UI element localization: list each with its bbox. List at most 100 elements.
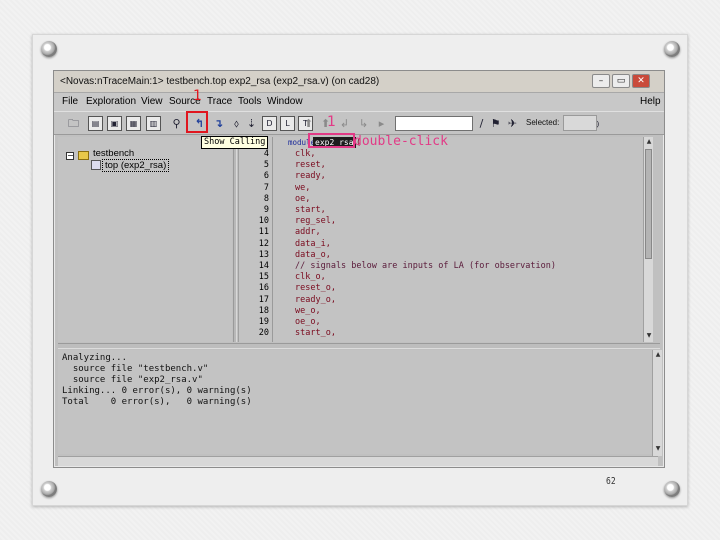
menu-file[interactable]: File [62, 96, 78, 107]
scroll-up-icon[interactable]: ▲ [645, 138, 653, 146]
line-number: 14 [258, 261, 269, 271]
corner-pin-icon [41, 41, 57, 57]
line-number: 18 [258, 305, 269, 316]
line-number: 11 [258, 227, 269, 238]
module-name-highlight [308, 133, 355, 148]
selected-label: Selected: [526, 118, 560, 127]
new-waveform-icon[interactable]: ▥ [146, 116, 161, 131]
load-box-icon[interactable]: L [280, 116, 295, 131]
new-source-icon[interactable]: ▣ [107, 116, 122, 131]
double-click-annotation: double-click [354, 134, 448, 149]
corner-pin-icon [664, 41, 680, 57]
line-number: 10 [258, 216, 269, 227]
trace-driver-icon[interactable]: ⚲ [169, 116, 184, 131]
code-line[interactable]: reset_o, [295, 283, 336, 293]
message-pane[interactable]: Analyzing... source file "testbench.v" s… [58, 350, 652, 454]
page-number: 62 [606, 476, 616, 487]
code-line[interactable]: ready_o, [295, 295, 336, 305]
step-icon[interactable]: ↳ [356, 116, 371, 131]
code-line[interactable]: data_o, [295, 250, 331, 260]
maximize-button[interactable]: ▭ [612, 74, 630, 88]
cursor-icon[interactable]: ▸ [374, 116, 389, 131]
down-arrow-icon[interactable]: ⇣ [244, 116, 259, 131]
code-line[interactable]: oe, [295, 194, 310, 204]
code-line[interactable]: start_o, [295, 328, 336, 338]
module-icon [91, 160, 101, 170]
line-number: 20 [258, 328, 269, 339]
code-line[interactable]: clk, [295, 149, 315, 159]
source-vscrollbar[interactable]: ▲ ▼ [643, 137, 653, 342]
line-number: 13 [258, 249, 269, 260]
line-number: 6 [263, 171, 269, 182]
line-number: 5 [263, 160, 269, 171]
driver-icon[interactable]: D [262, 116, 277, 131]
menu-view[interactable]: View [141, 96, 163, 107]
code-line[interactable]: ready, [295, 171, 326, 181]
horizontal-splitter[interactable] [58, 343, 660, 349]
collapse-icon[interactable]: − [66, 152, 74, 160]
close-button[interactable]: ✕ [632, 74, 650, 88]
tree-item-top[interactable]: top (exp2_rsa) [102, 159, 170, 172]
scroll-up-icon[interactable]: ▲ [654, 351, 662, 359]
code-line[interactable]: oe_o, [295, 317, 321, 327]
source-code-pane[interactable]: module exp2_rsa ( 4 clk, 5 reset, 6 ready, 7 we… [238, 137, 653, 342]
selected-field [563, 115, 597, 131]
step-number-annotation-2: 1 [327, 114, 336, 130]
new-schematic-icon[interactable]: ▦ [126, 116, 141, 131]
line-number: 9 [263, 205, 269, 215]
code-line[interactable]: we_o, [295, 306, 321, 316]
menu-tools[interactable]: Tools [238, 96, 261, 107]
message-vscrollbar[interactable]: ▲ ▼ [652, 350, 662, 456]
corner-pin-icon [664, 481, 680, 497]
code-line[interactable]: clk_o, [295, 272, 326, 282]
search-input[interactable] [395, 116, 473, 131]
up-arrow-icon[interactable]: ⬆ [301, 116, 316, 131]
folder-icon [78, 151, 89, 160]
code-line[interactable]: data_i, [295, 239, 331, 249]
menu-bar: File Exploration View Source Trace Tools… [54, 93, 664, 111]
ntrace-window: <Novas:nTraceMain:1> testbench.top exp2_… [53, 70, 665, 468]
line-number: 12 [258, 238, 269, 249]
pane-splitter[interactable] [233, 137, 237, 342]
menu-exploration[interactable]: Exploration [86, 96, 136, 107]
find-next-icon[interactable]: ⚑ [488, 116, 503, 131]
new-hierarchy-icon[interactable]: ▤ [88, 116, 103, 131]
line-number: 7 [263, 182, 269, 193]
message-line: Linking... 0 error(s), 0 warning(s) [62, 386, 252, 396]
code-line[interactable]: we, [295, 183, 310, 193]
return-icon[interactable]: ↲ [337, 116, 352, 131]
find-icon[interactable]: ✈ [505, 116, 520, 131]
menu-help[interactable]: Help [640, 96, 661, 107]
scroll-down-icon[interactable]: ▼ [654, 445, 662, 453]
menu-window[interactable]: Window [267, 96, 303, 107]
line-number: 4 [263, 149, 269, 159]
corner-pin-icon [41, 481, 57, 497]
code-line[interactable]: start, [295, 205, 326, 215]
window-title: <Novas:nTraceMain:1> testbench.top exp2_… [60, 76, 380, 87]
line-number: 15 [258, 272, 269, 283]
code-line[interactable]: reset, [295, 160, 326, 170]
line-number: 19 [258, 317, 269, 327]
title-bar[interactable]: <Novas:nTraceMain:1> testbench.top exp2_… [54, 71, 664, 93]
hierarchy-browser: − testbench top (exp2_rsa) [58, 137, 232, 342]
message-line: source file "exp2_rsa.v" [62, 375, 203, 385]
scroll-thumb[interactable] [645, 149, 652, 259]
open-folder-icon[interactable]: 🗀 [66, 116, 81, 131]
load-icon[interactable]: ⬨ [229, 116, 244, 131]
message-line: Total 0 error(s), 0 warning(s) [62, 397, 252, 407]
message-line: source file "testbench.v" [62, 364, 209, 374]
message-line: Analyzing... [62, 353, 128, 363]
show-definition-icon[interactable]: ↴ [211, 116, 226, 131]
message-hscrollbar[interactable] [58, 456, 658, 466]
code-line[interactable]: // signals below are inputs of LA (for o… [295, 261, 556, 271]
line-number: 8 [263, 193, 269, 204]
tree-item-testbench[interactable]: testbench [93, 148, 134, 159]
code-line[interactable]: reg_sel, [295, 216, 336, 226]
minimize-button[interactable]: – [592, 74, 610, 88]
scroll-down-icon[interactable]: ▼ [645, 332, 653, 340]
menu-trace[interactable]: Trace [207, 96, 232, 107]
search-slash-icon[interactable]: / [474, 116, 489, 131]
code-line[interactable]: addr, [295, 227, 321, 237]
line-number: 17 [258, 294, 269, 305]
step-number-annotation: 1 [193, 88, 202, 104]
